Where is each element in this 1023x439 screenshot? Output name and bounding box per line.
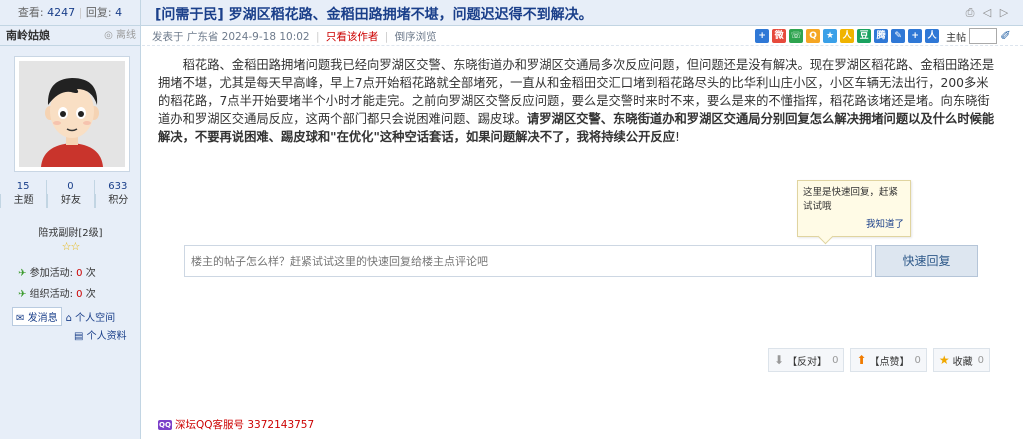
envelope-icon: ✉ [16,313,25,324]
send-message-button[interactable]: ✉ 发消息 [12,307,62,326]
quick-reply-box [184,245,872,277]
add-icon[interactable]: + [755,29,770,43]
kaixin-icon[interactable]: ✎ [891,29,906,43]
personal-space-label: 个人空间 [75,313,116,324]
quick-reply-button[interactable]: 快速回复 [875,245,978,277]
favorite-label: 收藏 [952,356,973,368]
meta-divider: | [384,31,389,43]
views-label: 查看: [17,6,44,19]
online-status: ◎ 离线 [104,26,136,46]
floor-jump-input[interactable] [969,28,998,44]
cartoon-boy-icon [19,61,125,167]
author-stats: 15 主题 0 好友 633 积分 [0,180,141,208]
user-rank[interactable]: 陪戎副尉[2级] [0,224,141,239]
rank-stars-icon: ☆☆ [61,240,81,253]
tooltip-text: 这里是快速回复，赶紧试试哦 [803,187,899,212]
post-body-end: ! [675,130,680,144]
post-meta-bar: 发表于 广东省 2024-9-18 10:02 | 只看该作者 | 倒序浏览 +… [142,26,1023,46]
stat-threads-label: 主题 [0,194,46,208]
activity-joined: ✈ 参加活动: 0 次 [18,264,96,279]
author-name[interactable]: 南岭姑娘 [6,26,50,46]
online-status-label: 离线 [116,30,136,41]
oppose-button[interactable]: ⬇ 【反对】 0 [768,348,845,372]
more-share-icon[interactable]: + [908,29,923,43]
stat-points[interactable]: 633 积分 [93,180,141,208]
send-message-label: 发消息 [27,313,58,324]
stat-friends-label: 好友 [47,194,93,208]
activity-organized-count: 0 [76,289,83,300]
stat-friends[interactable]: 0 好友 [46,180,93,208]
activity-organized-label: 组织活动: [29,289,73,300]
renren-icon[interactable]: 人 [840,29,855,43]
stat-points-value: 633 [108,181,128,192]
weibo-icon[interactable]: 微 [772,29,787,43]
author-sidebar: 南岭姑娘 ◎ 离线 15 主题 0 好友 633 积分 陪戎副尉[2级] ☆☆ … [0,26,141,439]
stat-points-label: 积分 [94,194,141,208]
views-count: 4247 [47,6,76,19]
favorite-button[interactable]: ★ 收藏 0 [932,348,991,372]
stats-divider: | [78,6,83,19]
oppose-count: 0 [832,354,839,366]
stat-threads[interactable]: 15 主题 [0,180,46,208]
stat-threads-value: 15 [16,181,30,192]
arrow-down-icon: ⬇ [774,353,785,367]
vote-bar: ⬇ 【反对】 0 ⬆ 【点赞】 0 ★ 收藏 0 [768,348,991,372]
home-icon: ⌂ [65,313,72,324]
like-count: 0 [914,354,921,366]
quick-reply-tooltip: 这里是快速回复，赶紧试试哦 我知道了 [797,180,911,237]
activity-joined-label: 参加活动: [29,268,73,279]
activity-joined-unit: 次 [85,268,96,279]
author-actions: ✉ 发消息 ⌂ 个人空间 [12,307,115,326]
replies-count: 4 [115,6,123,19]
author-row: 南岭姑娘 ◎ 离线 [0,26,140,46]
douban-icon[interactable]: 豆 [857,29,872,43]
only-author-link[interactable]: 只看该作者 [326,31,379,43]
runner-icon: ✈ [18,268,27,279]
personal-profile-link[interactable]: ▤ 个人资料 [74,327,127,342]
thread-title: [问需于民] 罗湖区稻花路、金稻田路拥堵不堪，问题迟迟得不到解决。 [155,7,593,23]
runner-icon: ✈ [18,289,27,300]
replies-label: 回复: [85,6,112,19]
arrow-up-icon: ⬆ [856,353,867,367]
personal-space-link[interactable]: ⌂ 个人空间 [66,309,116,324]
stat-friends-value: 0 [67,181,74,192]
qzone-icon[interactable]: ★ [823,29,838,43]
tencent-weibo-icon[interactable]: 腾 [874,29,889,43]
star-icon: ★ [938,353,950,367]
activity-organized-unit: 次 [85,289,96,300]
offline-icon: ◎ [104,30,113,41]
post-body: 稻花路、金稻田路拥堵问题我已经向罗湖区交警、东晓街道办和罗湖区交通局多次反应问题… [158,56,998,146]
share-toolbar: + 微 ☏ Q ★ 人 豆 腾 ✎ + 人 主帖 ✐ [755,28,1011,44]
qq-icon[interactable]: Q [806,29,821,43]
avatar-image [19,61,125,167]
activity-organized: ✈ 组织活动: 0 次 [18,285,96,300]
qq-service-text: 深坛QQ客服号 3372143757 [175,419,315,431]
favorite-count: 0 [977,354,985,366]
floor-label: 主帖 [946,32,967,44]
oppose-label: 【反对】 [787,356,828,368]
pen-icon[interactable]: ✐ [1000,29,1011,44]
quick-reply-input[interactable] [185,246,871,276]
like-label: 【点赞】 [869,356,910,368]
personal-profile-label: 个人资料 [86,331,127,342]
meta-divider: | [315,31,320,43]
reverse-order-link[interactable]: 倒序浏览 [395,31,437,43]
post-date: 发表于 广东省 2024-9-18 10:02 [152,31,310,43]
tooltip-dismiss-link[interactable]: 我知道了 [866,218,904,232]
qq-badge-icon: QQ [158,419,172,430]
profile-icon: ▤ [74,331,84,342]
thread-stats: 查看: 4247 | 回复: 4 [0,0,141,26]
avatar[interactable] [14,56,130,172]
thread-header: 查看: 4247 | 回复: 4 [问需于民] 罗湖区稻花路、金稻田路拥堵不堪，… [0,0,1023,26]
next-thread-icon[interactable]: ▷ [997,6,1011,20]
prev-thread-icon[interactable]: ◁ [980,6,994,20]
qq-service-link[interactable]: QQ 深坛QQ客服号 3372143757 [158,417,314,432]
post-meta: 发表于 广东省 2024-9-18 10:02 | 只看该作者 | 倒序浏览 [152,29,437,44]
activity-joined-count: 0 [76,268,83,279]
print-icon[interactable]: ⎙ [963,6,977,20]
thread-nav: ⎙ ◁ ▷ [963,6,1011,20]
wechat-icon[interactable]: ☏ [789,29,804,43]
user-share-icon[interactable]: 人 [925,29,940,43]
like-button[interactable]: ⬆ 【点赞】 0 [850,348,927,372]
